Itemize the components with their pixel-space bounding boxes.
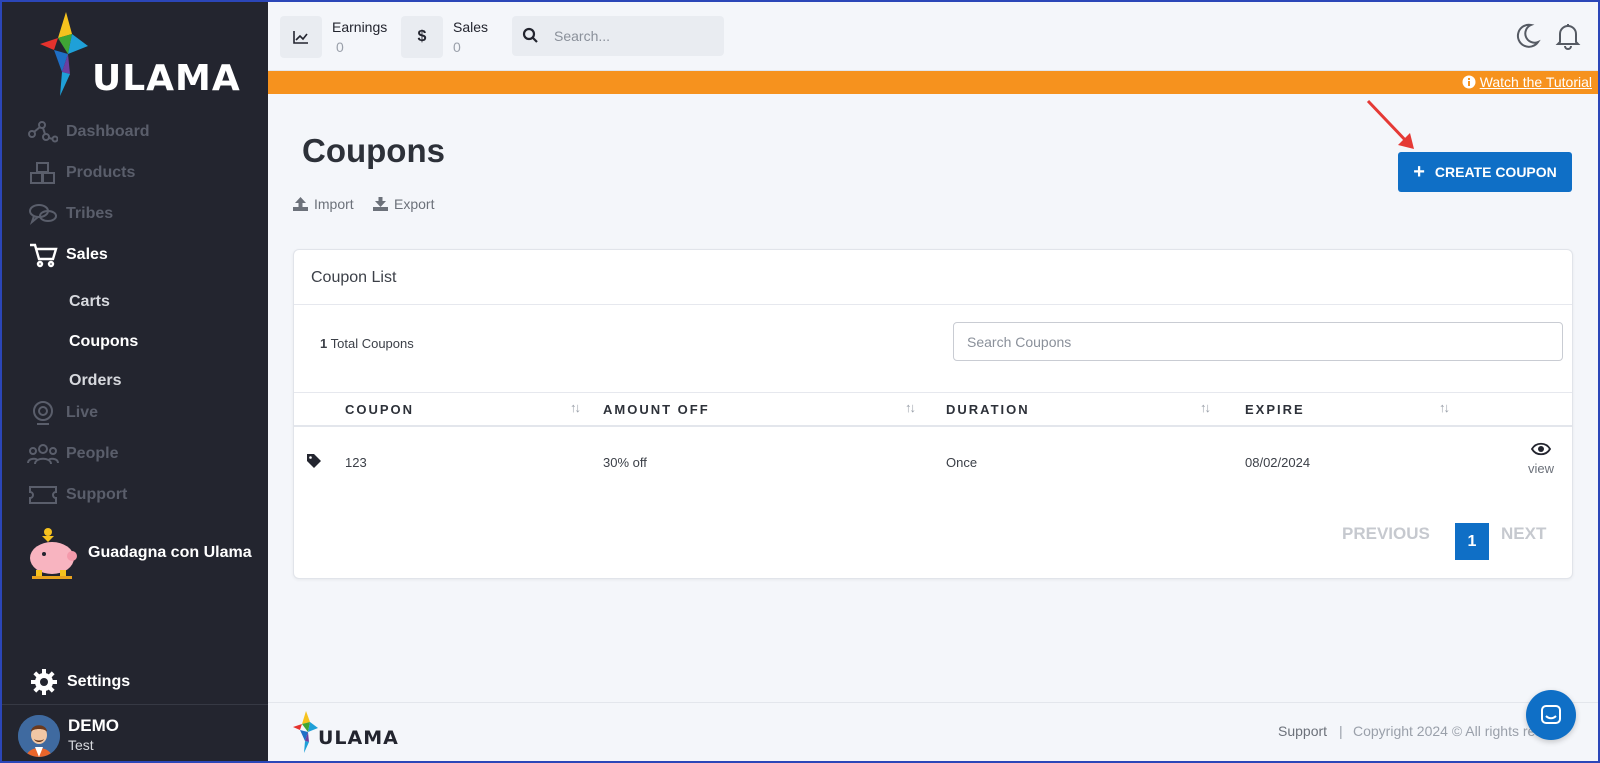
pagination-previous[interactable]: PREVIOUS [1342, 524, 1430, 544]
avatar [18, 715, 60, 757]
search-input[interactable] [554, 25, 714, 47]
create-coupon-label: CREATE COUPON [1434, 164, 1557, 180]
dollar-icon[interactable]: $ [401, 16, 443, 58]
annotation-arrow [1366, 99, 1414, 149]
products-icon [26, 159, 60, 187]
export-button[interactable]: Export [373, 196, 434, 212]
footer: ULAMA Support | Copyright 2024 © All rig… [268, 702, 1598, 761]
search-icon [522, 27, 538, 43]
sidebar-item-tribes[interactable]: Tribes [26, 198, 113, 230]
sales-label: Sales [453, 19, 489, 35]
sidebar-item-label: People [66, 445, 119, 462]
user-subtitle: Test [68, 737, 94, 753]
view-label: view [1527, 461, 1554, 476]
download-icon [373, 197, 388, 211]
sidebar-subitem-orders[interactable]: Orders [69, 372, 121, 390]
sort-icon[interactable]: ↑↓ [905, 400, 916, 415]
import-label: Import [314, 196, 354, 212]
gear-icon [31, 669, 57, 695]
dashboard-icon [26, 118, 60, 146]
col-expire[interactable]: EXPIRE [1245, 402, 1305, 417]
user-name: DEMO [68, 716, 119, 735]
sidebar-subitem-coupons[interactable]: Coupons [69, 333, 138, 351]
top-search [512, 16, 724, 56]
coupon-search-input[interactable] [953, 322, 1563, 361]
sidebar: ULAMA Dashboard Products Tribes Sales Ca… [2, 2, 268, 761]
chat-launcher-button[interactable] [1526, 690, 1576, 740]
moon-icon[interactable] [1515, 22, 1541, 50]
ulama-logo[interactable]: ULAMA [36, 12, 240, 102]
tribes-icon [26, 200, 60, 228]
watch-tutorial-text: Watch the Tutorial [1479, 74, 1592, 90]
user-profile[interactable]: DEMO Test [2, 704, 268, 761]
col-amount-off[interactable]: AMOUNT OFF [603, 402, 710, 417]
pagination-page[interactable]: 1 [1455, 523, 1489, 560]
sidebar-subitem-carts[interactable]: Carts [69, 293, 110, 311]
view-button[interactable]: view [1524, 442, 1558, 476]
footer-copyright: Copyright 2024 © All rights res [1353, 723, 1543, 739]
sidebar-item-label: Products [66, 164, 136, 181]
sort-icon[interactable]: ↑↓ [1200, 400, 1211, 415]
sidebar-item-products[interactable]: Products [26, 157, 135, 189]
card-header: Coupon List [294, 250, 1572, 305]
create-coupon-button[interactable]: + CREATE COUPON [1398, 152, 1572, 192]
cart-icon [26, 241, 60, 269]
sidebar-item-label: Live [66, 404, 99, 421]
total-label: Total Coupons [330, 336, 414, 351]
sort-icon[interactable]: ↑↓ [570, 400, 581, 415]
topbar: Earnings 0 $ Sales 0 [268, 2, 1598, 71]
sidebar-item-label: Support [66, 486, 128, 503]
sidebar-item-settings[interactable]: Settings [30, 668, 130, 696]
earnings-value: 0 [336, 39, 344, 55]
pagination-next[interactable]: NEXT [1501, 524, 1546, 544]
sidebar-item-earn[interactable]: Guadagna con Ulama [26, 526, 252, 580]
cell-coupon: 123 [345, 455, 367, 470]
tutorial-banner: Watch the Tutorial [268, 71, 1598, 94]
piggy-bank-icon [30, 528, 77, 579]
total-count: 1 [320, 336, 328, 351]
sidebar-item-label: Dashboard [66, 123, 150, 140]
bell-icon[interactable] [1555, 22, 1581, 50]
sort-icon[interactable]: ↑↓ [1439, 400, 1450, 415]
plus-icon: + [1413, 160, 1425, 183]
upload-icon [293, 197, 308, 211]
sidebar-item-label: Sales [66, 246, 108, 263]
sidebar-item-people[interactable]: People [26, 438, 118, 470]
watch-tutorial-link[interactable]: Watch the Tutorial [1462, 74, 1592, 90]
cell-duration: Once [946, 455, 978, 470]
chat-icon [1541, 705, 1561, 724]
cell-amount-off: 30% off [603, 455, 647, 470]
people-icon [26, 440, 60, 468]
footer-separator: | [1339, 723, 1343, 739]
total-coupons: 1 Total Coupons [320, 336, 414, 351]
sidebar-item-live[interactable]: Live [26, 397, 98, 429]
earnings-label: Earnings [332, 19, 388, 35]
ticket-icon [26, 481, 60, 509]
sidebar-item-sales[interactable]: Sales [26, 239, 108, 271]
import-button[interactable]: Import [293, 196, 354, 212]
footer-logo-text: ULAMA [318, 727, 399, 749]
sidebar-item-dashboard[interactable]: Dashboard [26, 116, 150, 148]
cell-expire: 08/02/2024 [1245, 455, 1311, 470]
sidebar-item-label: Tribes [66, 205, 114, 222]
sidebar-item-support[interactable]: Support [26, 479, 127, 511]
table-header: COUPON ↑↓ AMOUNT OFF ↑↓ DURATION ↑↓ EXPI… [294, 392, 1572, 427]
eye-icon [1531, 442, 1551, 456]
coupon-list-card: Coupon List 1 Total Coupons COUPON ↑↓ AM… [293, 249, 1573, 579]
live-icon [26, 399, 60, 427]
earn-label: Guadagna con Ulama [88, 544, 252, 561]
col-duration[interactable]: DURATION [946, 402, 1030, 417]
settings-label: Settings [67, 673, 131, 690]
info-icon [1462, 75, 1476, 89]
export-label: Export [394, 196, 435, 212]
logo-text: ULAMA [92, 58, 241, 99]
card-title: Coupon List [311, 269, 397, 286]
chart-line-icon[interactable] [280, 16, 322, 58]
col-coupon[interactable]: COUPON [345, 402, 414, 417]
footer-support-link[interactable]: Support [1278, 723, 1327, 739]
sales-value: 0 [453, 39, 461, 55]
tag-icon [307, 454, 321, 468]
page-title: Coupons [302, 132, 445, 169]
